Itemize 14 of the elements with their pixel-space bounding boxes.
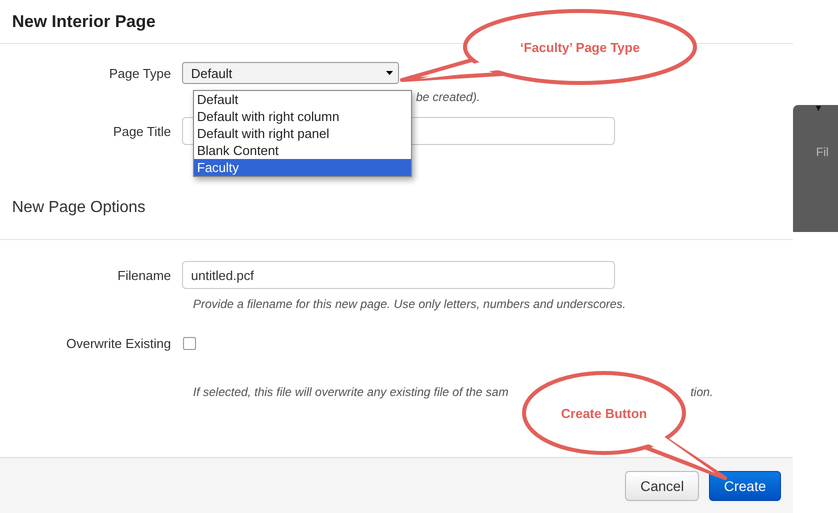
- hint-text: Provide a filename for this new page. Use only letters, numbers and underscores.: [193, 297, 626, 311]
- field-label: Overwrite Existing: [65, 336, 172, 351]
- hint-text: tion.: [690, 385, 714, 399]
- section-title: New Page Options: [12, 198, 146, 216]
- hint-text: be created).: [416, 90, 480, 104]
- callout-text: Create Button: [561, 406, 647, 421]
- dialog-title: New Interior Page: [12, 12, 156, 32]
- window-text: Fil: [816, 145, 829, 159]
- hint-text: If selected, this file will overwrite any existing file of the sam: [193, 385, 508, 399]
- field-label: Filename: [116, 268, 172, 282]
- field-label: Page Title: [112, 124, 172, 138]
- callout-text: ‘Faculty’ Page Type: [520, 40, 640, 55]
- field-label: Page Type: [108, 66, 172, 80]
- dropdown-arrow-icon: ▼: [814, 103, 823, 113]
